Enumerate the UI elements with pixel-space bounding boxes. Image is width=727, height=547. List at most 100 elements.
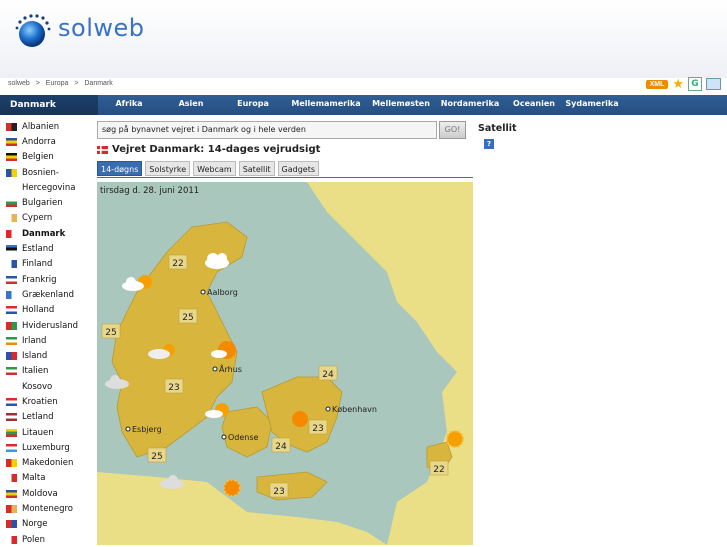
country-label: Danmark xyxy=(22,228,66,239)
sidebar-item-country[interactable]: Luxemburg xyxy=(0,440,98,455)
sidebar-item-country[interactable]: Norge xyxy=(0,517,98,532)
country-label: Hviderusland xyxy=(22,320,79,331)
city-label: Esbjerg xyxy=(132,425,162,434)
nav-item-asien[interactable]: Asien xyxy=(160,95,222,115)
region-navbar: Danmark Afrika Asien Europa Mellemamerik… xyxy=(0,95,727,115)
map-date-label: tirsdag d. 28. juni 2011 xyxy=(100,186,200,196)
tab-underline xyxy=(97,177,473,178)
country-flag-icon xyxy=(6,321,17,330)
sidebar-item-country[interactable]: Kosovo xyxy=(0,379,98,394)
nav-item-mellemamerika[interactable]: Mellemamerika xyxy=(284,95,368,115)
weather-map[interactable]: 22 25 25 23 24 24 23 25 23 22 Aalborg År… xyxy=(97,182,473,545)
temp-label: 25 xyxy=(151,452,162,462)
sidebar-item-country[interactable]: Litauen xyxy=(0,425,98,440)
country-label: Malta xyxy=(22,473,46,484)
country-label: Italien xyxy=(22,366,49,377)
page-title: Vejret Danmark: 14-dages vejrudsigt xyxy=(97,144,320,155)
share-icon[interactable] xyxy=(706,78,721,90)
temp-label: 23 xyxy=(273,487,284,497)
country-label: Island xyxy=(22,351,48,362)
sidebar-item-country[interactable]: Andorra xyxy=(0,134,98,149)
temp-box: 25 xyxy=(178,308,198,324)
sidebar-item-country[interactable]: Hviderusland xyxy=(0,318,98,333)
tab-14-dogns[interactable]: 14-døgns xyxy=(97,161,143,176)
city-odense[interactable]: Odense xyxy=(221,433,259,442)
xml-feed-icon[interactable]: XML xyxy=(645,79,669,89)
sidebar-item-country[interactable]: Italien xyxy=(0,364,98,379)
country-label: Bosnien- xyxy=(22,167,59,178)
sidebar-item-country[interactable]: Malta xyxy=(0,471,98,486)
site-header: solweb xyxy=(0,0,727,78)
country-label: Norge xyxy=(22,519,48,530)
sidebar-item-country[interactable]: Kroatien xyxy=(0,394,98,409)
country-flag-icon xyxy=(6,428,17,437)
sidebar-item-country[interactable]: Frankrig xyxy=(0,272,98,287)
sidebar-item-country[interactable]: Estland xyxy=(0,241,98,256)
sidebar-item-country[interactable]: Makedonien xyxy=(0,456,98,471)
nav-regions: Afrika Asien Europa Mellemamerika Mellem… xyxy=(98,95,622,115)
country-label: Grækenland xyxy=(22,289,75,300)
help-icon[interactable]: ? xyxy=(484,139,494,149)
breadcrumb-separator: > xyxy=(35,80,40,87)
country-label: Cypern xyxy=(22,213,53,224)
site-logo-text[interactable]: solweb xyxy=(58,14,144,42)
sidebar-item-country[interactable]: Holland xyxy=(0,303,98,318)
country-label: Albanien xyxy=(22,121,60,132)
city-esbjerg[interactable]: Esbjerg xyxy=(125,425,162,434)
nav-item-oceanien[interactable]: Oceanien xyxy=(506,95,562,115)
city-label: Odense xyxy=(228,433,259,442)
toolbar-icons: XML ★ G xyxy=(645,76,721,92)
sidebar-item-country[interactable]: Irland xyxy=(0,333,98,348)
temp-label: 24 xyxy=(322,370,334,380)
sidebar-item-country[interactable]: Danmark xyxy=(0,226,98,241)
temp-box: 23 xyxy=(269,482,289,498)
sidebar-item-country[interactable]: Moldova xyxy=(0,486,98,501)
country-flag-icon xyxy=(6,153,17,162)
tab-webcam[interactable]: Webcam xyxy=(193,161,236,176)
country-flag-icon xyxy=(6,474,17,483)
satellite-heading: Satellit xyxy=(478,123,517,134)
breadcrumb-separator: > xyxy=(74,80,79,87)
sidebar-item-country[interactable]: Belgien xyxy=(0,150,98,165)
nav-item-mellemosten[interactable]: Mellemøsten xyxy=(368,95,434,115)
country-flag-icon xyxy=(6,290,17,299)
favorite-star-icon[interactable]: ★ xyxy=(672,78,684,91)
google-add-icon[interactable]: G xyxy=(688,77,702,91)
sidebar-item-country[interactable]: Bulgarien xyxy=(0,195,98,210)
sidebar-item-country[interactable]: Cypern xyxy=(0,211,98,226)
nav-item-afrika[interactable]: Afrika xyxy=(98,95,160,115)
sidebar-item-country[interactable]: Island xyxy=(0,348,98,363)
nav-current-country[interactable]: Danmark xyxy=(0,95,98,115)
sidebar-item-country[interactable]: Hercegovina xyxy=(0,180,98,195)
sidebar-item-country[interactable]: Albanien xyxy=(0,119,98,134)
city-aalborg[interactable]: Aalborg xyxy=(200,288,238,297)
breadcrumb-europa[interactable]: Europa xyxy=(46,80,69,87)
sidebar-item-country[interactable]: Letland xyxy=(0,410,98,425)
sidebar-item-country[interactable]: Bosnien- xyxy=(0,165,98,180)
sidebar-item-country[interactable]: Grækenland xyxy=(0,287,98,302)
search-input[interactable]: søg på bynavnet vejret i Danmark og i he… xyxy=(97,121,437,139)
sidebar-item-country[interactable]: Montenegro xyxy=(0,501,98,516)
nav-item-sydamerika[interactable]: Sydamerika xyxy=(562,95,622,115)
tab-satellit[interactable]: Satellit xyxy=(238,161,275,176)
country-flag-icon xyxy=(6,489,17,498)
solweb-logo-icon[interactable] xyxy=(12,12,52,52)
country-label: Moldova xyxy=(22,488,58,499)
country-label: Kosovo xyxy=(22,381,53,392)
tab-solstyrke[interactable]: Solstyrke xyxy=(145,161,191,176)
country-label: Hercegovina xyxy=(22,182,76,193)
country-label: Luxemburg xyxy=(22,442,70,453)
country-label: Makedonien xyxy=(22,458,74,469)
breadcrumb-home[interactable]: solweb xyxy=(8,80,30,87)
city-kobenhavn[interactable]: København xyxy=(325,405,377,414)
nav-item-europa[interactable]: Europa xyxy=(222,95,284,115)
country-flag-icon xyxy=(6,459,17,468)
nav-item-nordamerika[interactable]: Nordamerika xyxy=(434,95,506,115)
temp-label: 23 xyxy=(168,383,179,393)
tab-gadgets[interactable]: Gadgets xyxy=(277,161,320,176)
search-go-button[interactable]: GO! xyxy=(439,121,466,139)
city-label: Århus xyxy=(219,363,242,374)
temp-label: 22 xyxy=(172,259,183,269)
country-label: Frankrig xyxy=(22,274,57,285)
sidebar-item-country[interactable]: Finland xyxy=(0,257,98,272)
